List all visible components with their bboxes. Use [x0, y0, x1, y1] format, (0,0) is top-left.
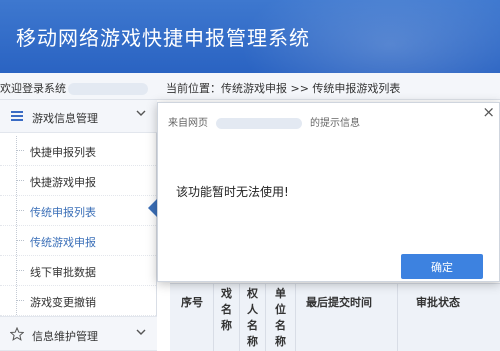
close-icon[interactable]: × [482, 103, 495, 121]
welcome-text: 欢迎登录系统 [0, 80, 148, 96]
tree-connector [16, 150, 24, 151]
column-header-rights-holder[interactable]: 权人名称 [240, 284, 266, 351]
chevron-down-icon [136, 108, 146, 121]
sidebar-item-change-revoke[interactable]: 游戏变更撤销 [0, 286, 156, 316]
alert-dialog: 来自网页 的提示信息 × 该功能暂时无法使用! 确定 [157, 102, 500, 282]
tree-connector [16, 210, 24, 211]
tree-connector [16, 270, 24, 271]
chevron-down-icon [136, 327, 146, 340]
sidebar-item-label: 传统游戏申报 [30, 236, 96, 249]
column-header-index[interactable]: 序号 [170, 284, 214, 351]
sidebar-group-game-info[interactable]: 游戏信息管理 [0, 100, 157, 133]
sidebar-item-offline-data[interactable]: 线下审批数据 [0, 256, 156, 286]
active-item-pointer [148, 199, 157, 217]
app-header: 移动网络游戏快捷申报管理系统 [0, 0, 500, 73]
sidebar: 游戏信息管理 快捷申报列表 快捷游戏申报 传统申报列表 传统游戏申报 线下审批数… [0, 100, 157, 351]
sidebar-item-label: 快捷游戏申报 [30, 176, 96, 189]
sidebar-group-label: 游戏信息管理 [32, 112, 98, 125]
column-header-status[interactable]: 审批状态 [398, 284, 500, 351]
dialog-title-suffix: 的提示信息 [310, 118, 360, 129]
column-header-label: 最后提交时间 [306, 296, 372, 309]
ok-button[interactable]: 确定 [401, 254, 483, 279]
sidebar-item-label: 传统申报列表 [30, 206, 96, 219]
sidebar-item-label: 游戏变更撤销 [30, 296, 96, 309]
tree-connector [16, 180, 24, 181]
sidebar-item-traditional-apply[interactable]: 传统游戏申报 [0, 226, 156, 256]
column-header-unit-name[interactable]: 单位名称 [266, 284, 296, 351]
breadcrumb: 当前位置：传统游戏申报 >> 传统申报游戏列表 [166, 82, 401, 95]
table-header-row: 序号 戏名称 权人名称 单位名称 最后提交时间 审批状态 [170, 283, 500, 351]
app-title: 移动网络游戏快捷申报管理系统 [16, 26, 310, 50]
column-header-label: 审批状态 [416, 296, 460, 309]
dialog-title-prefix: 来自网页 [168, 118, 208, 129]
star-icon [9, 326, 25, 341]
column-header-last-submit[interactable]: 最后提交时间 [296, 284, 398, 351]
tree-connector [16, 240, 24, 241]
column-header-label: 戏名称 [221, 287, 232, 332]
redacted-username [68, 83, 148, 95]
dialog-message: 该功能暂时无法使用! [176, 185, 289, 199]
column-header-label: 序号 [181, 296, 203, 309]
list-icon [10, 109, 24, 123]
sidebar-item-label: 快捷申报列表 [30, 146, 96, 159]
sidebar-item-quick-list[interactable]: 快捷申报列表 [0, 136, 156, 166]
sidebar-group-info-maintenance[interactable]: 信息维护管理 [0, 316, 157, 351]
sidebar-item-label: 线下审批数据 [30, 266, 96, 279]
column-header-game-name[interactable]: 戏名称 [214, 284, 240, 351]
welcome-label: 欢迎登录系统 [0, 82, 66, 95]
sidebar-item-traditional-list[interactable]: 传统申报列表 [0, 196, 156, 226]
column-header-label: 权人名称 [247, 287, 258, 348]
tree-connector [16, 300, 24, 301]
redacted-url [216, 117, 302, 129]
sidebar-group-label: 信息维护管理 [32, 330, 98, 343]
dialog-title: 来自网页 的提示信息 [168, 114, 360, 129]
info-bar: 欢迎登录系统 当前位置：传统游戏申报 >> 传统申报游戏列表 [0, 73, 500, 100]
sidebar-item-quick-apply[interactable]: 快捷游戏申报 [0, 166, 156, 196]
column-header-label: 单位名称 [275, 287, 286, 348]
